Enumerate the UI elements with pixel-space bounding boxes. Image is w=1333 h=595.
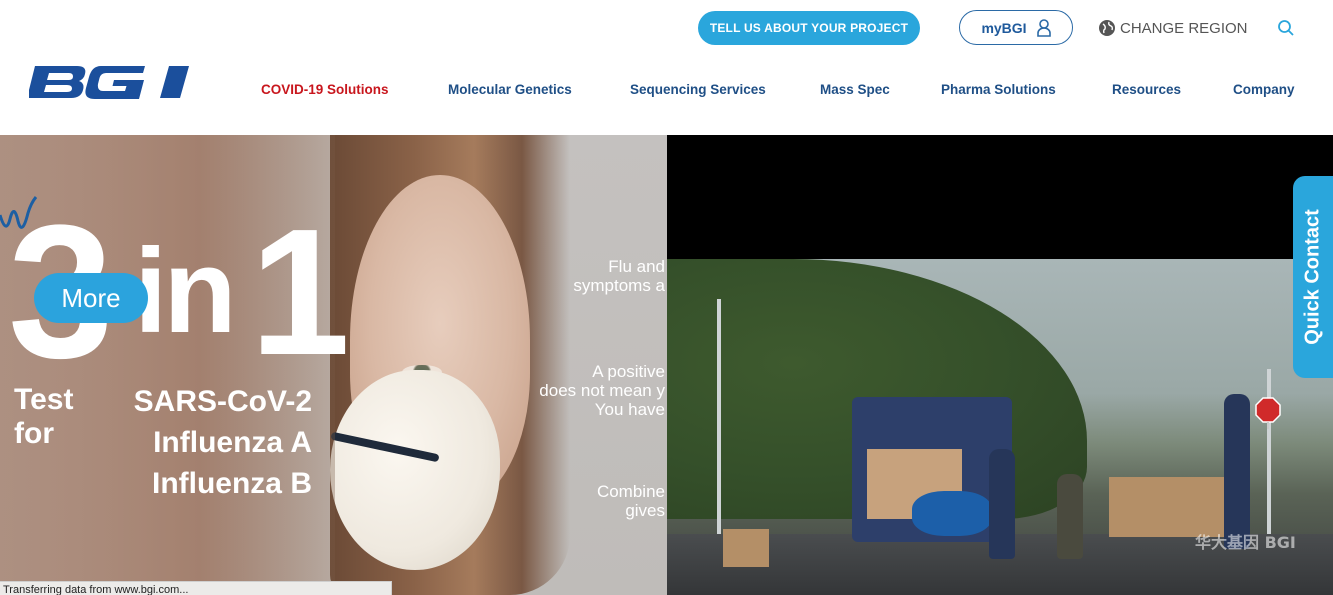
more-button[interactable]: More — [34, 273, 148, 323]
cart-boxes-image — [1109, 477, 1234, 537]
change-region-label: CHANGE REGION — [1120, 19, 1248, 37]
tarp-image — [912, 491, 992, 536]
nav-item-pharma-solutions[interactable]: Pharma Solutions — [941, 82, 1056, 97]
banner-text-line: Combine — [596, 482, 665, 501]
nav-item-sequencing-services[interactable]: Sequencing Services — [630, 82, 766, 97]
banner-text-line: symptoms a — [573, 276, 665, 295]
video-watermark: 华大基因 BGI — [1195, 533, 1296, 552]
virus-item: Influenza B — [151, 467, 312, 500]
nav-item-mass-spec[interactable]: Mass Spec — [820, 82, 890, 97]
banner-text-line: You have — [594, 400, 665, 419]
test-word: Test — [14, 383, 74, 416]
video-frame: 华大基因 BGI — [667, 259, 1333, 595]
change-region-link[interactable]: CHANGE REGION — [1098, 17, 1248, 39]
quick-contact-label: Quick Contact — [1301, 209, 1324, 345]
site-header: TELL US ABOUT YOUR PROJECT myBGI CHANGE … — [0, 0, 1333, 135]
test-for-label: Test for — [14, 383, 73, 451]
hero-video[interactable]: 华大基因 BGI — [667, 135, 1333, 595]
street-light-image — [1267, 369, 1271, 534]
banner-text-line: gives — [625, 501, 665, 520]
worker-image — [1224, 394, 1250, 549]
mybgi-button[interactable]: myBGI — [959, 10, 1073, 45]
nav-item-covid-19-solutions[interactable]: COVID-19 Solutions — [261, 82, 389, 97]
nav-item-resources[interactable]: Resources — [1112, 82, 1181, 97]
quick-contact-tab[interactable]: Quick Contact — [1293, 176, 1333, 378]
headline-in: in — [134, 224, 237, 358]
worker-image — [989, 449, 1015, 559]
stop-sign-icon — [1255, 397, 1281, 429]
globe-icon — [1099, 20, 1115, 36]
worker-image — [1057, 474, 1083, 559]
headline-one: 1 — [250, 192, 351, 393]
nav-item-molecular-genetics[interactable]: Molecular Genetics — [448, 82, 572, 97]
hero-banner-3-in-1[interactable]: 3 in 1 More Test for SARS-CoV-2 Influenz… — [0, 135, 667, 595]
banner-text-positive: A positive does not mean y You have — [539, 362, 665, 419]
user-icon — [1036, 18, 1051, 37]
nav-item-company[interactable]: Company — [1233, 82, 1295, 97]
banner-text-line: A positive — [592, 362, 665, 381]
virus-list: SARS-CoV-2 Influenza A Influenza B — [100, 381, 312, 504]
banner-text-combined: Combine gives — [597, 482, 665, 520]
virus-item: SARS-CoV-2 — [133, 385, 312, 418]
virus-item: Influenza A — [153, 426, 312, 459]
banner-text-line: Flu and — [608, 257, 665, 276]
browser-status-bar: Transferring data from www.bgi.com... — [0, 581, 392, 595]
for-word: for — [14, 417, 54, 450]
mybgi-label: myBGI — [981, 19, 1027, 36]
face-mask-image — [330, 370, 500, 570]
banner-text-line: does not mean y — [539, 381, 665, 400]
cardboard-box-image — [723, 529, 769, 567]
search-icon[interactable] — [1277, 19, 1295, 37]
street-light-image — [717, 299, 721, 534]
tell-us-about-your-project-button[interactable]: TELL US ABOUT YOUR PROJECT — [698, 11, 920, 45]
banner-text-flu-symptoms: Flu and symptoms a — [573, 257, 665, 295]
bgi-logo[interactable] — [29, 64, 193, 100]
